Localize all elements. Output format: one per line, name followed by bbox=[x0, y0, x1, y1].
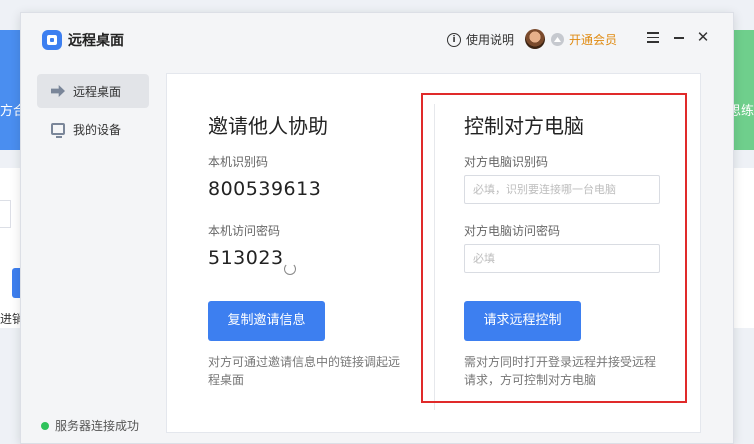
sidebar-item-label: 我的设备 bbox=[73, 122, 122, 137]
remote-desktop-icon bbox=[51, 85, 65, 97]
refresh-password-icon[interactable] bbox=[284, 263, 296, 275]
server-status: 服务器连接成功 bbox=[41, 417, 139, 434]
info-icon: i bbox=[447, 32, 461, 47]
remote-desktop-dialog: 远程桌面 i 使用说明 开通会员 ✕ 远程桌面 我的设备 服务器连接成功 邀请他… bbox=[20, 12, 734, 444]
remote-desktop-app-icon bbox=[42, 30, 62, 50]
help-link[interactable]: i 使用说明 bbox=[447, 31, 514, 48]
sidebar: 远程桌面 我的设备 bbox=[21, 65, 151, 443]
server-status-text: 服务器连接成功 bbox=[55, 419, 140, 433]
vip-upgrade-link[interactable]: 开通会员 bbox=[551, 31, 617, 48]
background-card-left bbox=[0, 168, 22, 328]
local-id-value: 800539613 bbox=[208, 178, 322, 200]
user-avatar[interactable] bbox=[525, 29, 545, 49]
background-card-right bbox=[734, 168, 754, 328]
background-app-banner-left bbox=[0, 30, 22, 150]
status-dot-icon bbox=[41, 421, 49, 430]
window-title: 远程桌面 bbox=[68, 33, 124, 49]
minimize-icon[interactable] bbox=[671, 29, 687, 45]
copy-invite-button[interactable]: 复制邀请信息 bbox=[208, 301, 325, 341]
background-input-box bbox=[0, 200, 11, 228]
hamburger-menu-icon[interactable] bbox=[645, 29, 661, 45]
highlight-box bbox=[421, 93, 687, 403]
local-password-value: 513023 bbox=[208, 247, 284, 269]
vip-crown-icon bbox=[551, 33, 564, 46]
invite-title: 邀请他人协助 bbox=[208, 114, 328, 138]
sidebar-item-label: 远程桌面 bbox=[73, 84, 122, 99]
local-id-label: 本机识别码 bbox=[208, 155, 269, 169]
sidebar-item-remote-desktop[interactable]: 远程桌面 bbox=[37, 74, 149, 108]
background-app-banner-right bbox=[734, 30, 754, 150]
help-label: 使用说明 bbox=[466, 33, 515, 47]
title-bar: 远程桌面 i 使用说明 开通会员 ✕ bbox=[21, 13, 733, 65]
invite-note: 对方可通过邀请信息中的链接调起远程桌面 bbox=[208, 355, 401, 387]
sidebar-item-my-devices[interactable]: 我的设备 bbox=[37, 112, 149, 146]
vip-label: 开通会员 bbox=[569, 33, 618, 47]
monitor-icon bbox=[51, 123, 65, 138]
local-password-label: 本机访问密码 bbox=[208, 224, 281, 238]
close-icon[interactable]: ✕ bbox=[695, 29, 711, 45]
